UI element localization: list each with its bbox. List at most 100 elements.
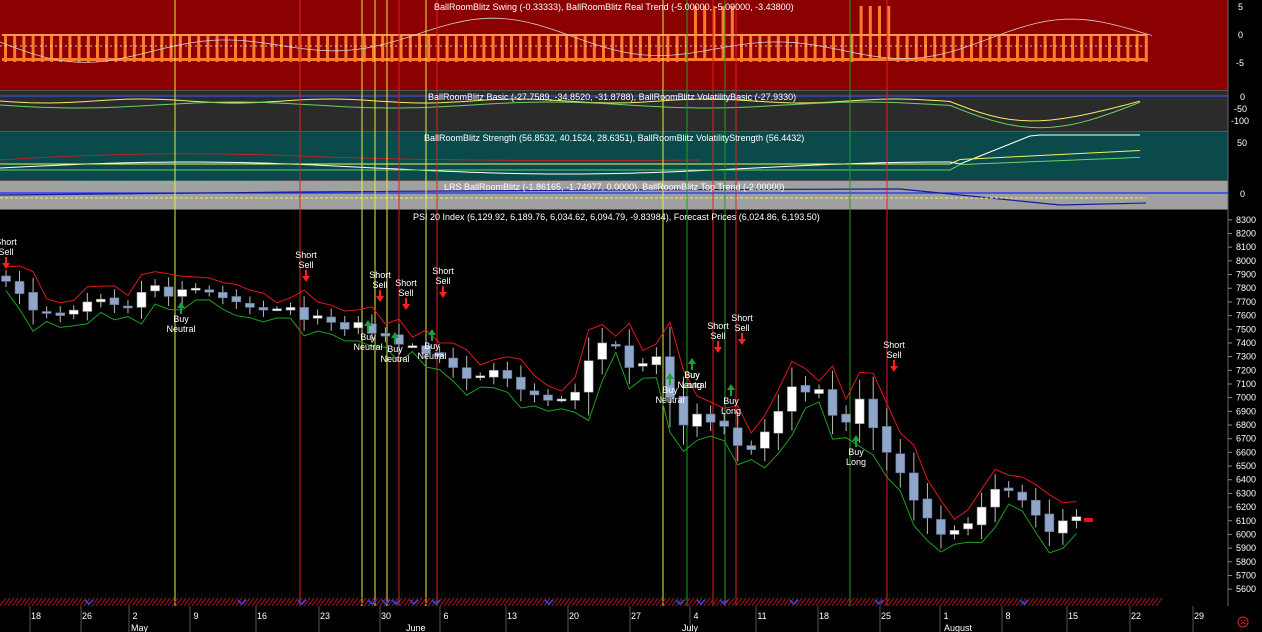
swing-bar <box>261 34 265 62</box>
strength-tick-50: 50 <box>1237 138 1247 148</box>
date-label: 25 <box>881 611 891 621</box>
candle-body <box>258 307 269 311</box>
candle-body <box>556 398 567 402</box>
swing-tick-neg5: -5 <box>1236 58 1244 68</box>
candle-body <box>28 292 38 311</box>
date-label: 11 <box>757 611 766 621</box>
swing-bar <box>859 6 863 61</box>
swing-bar <box>243 34 247 62</box>
month-label: June <box>406 623 426 632</box>
swing-bar <box>951 34 955 62</box>
signal-label: Sell <box>0 247 14 257</box>
swing-bar <box>326 34 329 62</box>
swing-bar <box>68 34 72 62</box>
candle-body <box>1071 516 1082 522</box>
candle-body <box>475 375 486 379</box>
swing-bar <box>445 34 449 62</box>
candle-body <box>312 315 323 319</box>
swing-bar <box>510 34 513 62</box>
swing-bar <box>142 34 145 62</box>
swing-bar <box>1080 34 1084 62</box>
price-tick-label: 6100 <box>1236 516 1256 526</box>
swing-bar <box>1126 34 1130 62</box>
signal-label: Short <box>432 266 454 276</box>
swing-bar <box>1025 34 1029 62</box>
swing-bar <box>381 34 385 62</box>
swing-bar <box>1034 34 1038 62</box>
candle-body <box>204 289 215 293</box>
price-tick-label: 6300 <box>1236 488 1256 498</box>
swing-bar <box>270 34 274 62</box>
swing-bar <box>896 34 900 62</box>
basic-tick-neg100: -100 <box>1231 116 1249 126</box>
signal-label: Short <box>369 270 391 280</box>
swing-bar <box>528 34 532 62</box>
candle-body <box>407 345 418 348</box>
swing-bar <box>795 34 799 62</box>
swing-bar <box>620 34 624 62</box>
candle-body <box>963 523 973 530</box>
swing-bar <box>215 34 219 62</box>
candle-body <box>1003 487 1014 491</box>
candle-body <box>610 344 621 347</box>
swing-zero-band <box>2 34 1146 36</box>
signal-label: Short <box>731 313 753 323</box>
swing-bar <box>602 34 605 62</box>
signal-label: Neutral <box>655 395 684 405</box>
candle-body <box>190 287 201 291</box>
swing-bar <box>96 34 99 62</box>
swing-bar <box>721 6 725 61</box>
candle-body <box>624 345 635 368</box>
basic-tick-0: 0 <box>1240 92 1245 102</box>
swing-bar <box>252 34 256 62</box>
swing-bar <box>86 34 90 62</box>
swing-bar <box>1135 34 1139 62</box>
candle-body <box>96 298 106 303</box>
swing-bar <box>804 34 808 62</box>
bottom-marker-icon <box>789 599 799 606</box>
price-tick-label: 5900 <box>1236 543 1256 553</box>
candle-body <box>1017 491 1028 501</box>
swing-bar <box>942 34 946 62</box>
signal-label: Short <box>883 340 905 350</box>
forecast-marker <box>1084 517 1093 522</box>
swing-bar <box>970 34 973 62</box>
candle-body <box>82 301 93 312</box>
signal-label: Buy <box>387 344 403 354</box>
candle-body <box>773 411 784 434</box>
swing-bar <box>758 34 762 62</box>
candle-body <box>1044 513 1055 533</box>
swing-bar <box>629 34 633 62</box>
candle-body <box>881 426 892 453</box>
month-label: July <box>682 623 699 632</box>
price-tick-label: 7600 <box>1236 311 1256 321</box>
candle-body <box>705 413 716 423</box>
signal-label: Buy <box>662 385 678 395</box>
swing-bar <box>344 34 348 62</box>
swing-bar <box>31 34 35 62</box>
candle-body <box>218 292 228 299</box>
date-label: 20 <box>569 611 579 621</box>
swing-bar <box>767 34 771 62</box>
price-tick-label: 7100 <box>1236 379 1256 389</box>
signal-label: Neutral <box>417 351 446 361</box>
candle-body <box>326 316 337 323</box>
swing-bar <box>234 34 237 62</box>
signal-label: Buy <box>723 396 739 406</box>
price-tick-label: 6500 <box>1236 461 1256 471</box>
price-tick-label: 5800 <box>1236 557 1256 567</box>
signal-label: Short <box>0 237 17 247</box>
price-tick-label: 6000 <box>1236 529 1256 539</box>
swing-bar <box>335 34 339 62</box>
price-tick-label: 7700 <box>1236 297 1256 307</box>
swing-bar <box>40 34 44 62</box>
swing-bar <box>648 34 651 62</box>
candle-body <box>272 308 282 312</box>
signal-label: Long <box>846 457 866 467</box>
swing-bar <box>280 34 283 62</box>
swing-bar <box>786 34 789 62</box>
date-label: 9 <box>193 611 198 621</box>
swing-bar <box>353 34 357 62</box>
swing-bar <box>206 34 210 62</box>
candle-body <box>502 370 513 379</box>
